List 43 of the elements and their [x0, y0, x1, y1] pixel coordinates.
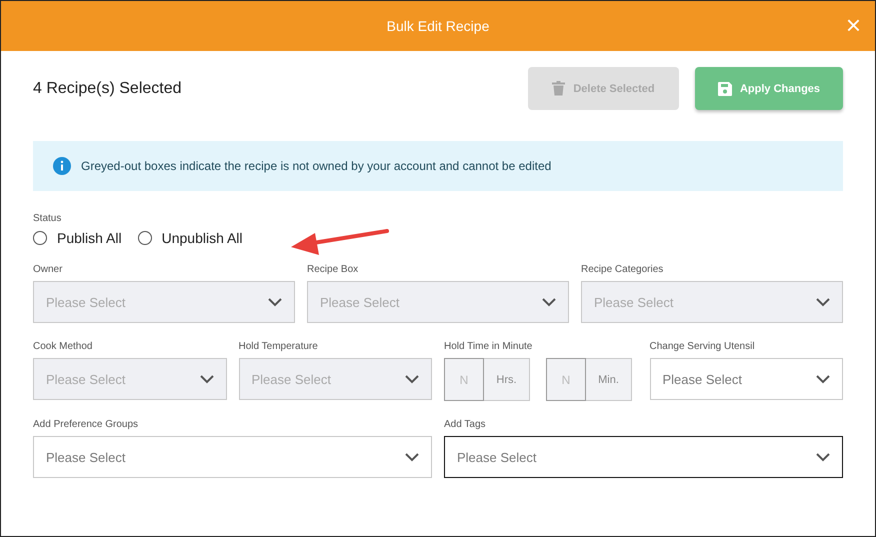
chevron-down-icon	[268, 298, 282, 306]
placeholder-text: Please Select	[46, 372, 126, 386]
chevron-down-icon	[816, 452, 830, 462]
chevron-down-icon	[200, 374, 214, 384]
apply-changes-button[interactable]: Apply Changes	[695, 67, 843, 110]
chevron-down-icon	[405, 452, 419, 462]
chevron-down-icon	[816, 374, 830, 384]
select-field[interactable]: Please Select	[444, 436, 843, 478]
field-label: Add Tags	[444, 419, 487, 430]
unit-label: Hrs.	[484, 358, 530, 401]
field-label: Hold Temperature	[238, 341, 319, 352]
unit-label: Min.	[586, 358, 632, 401]
chevron-down-icon	[405, 374, 419, 384]
placeholder-text: Please Select	[457, 450, 536, 464]
field-label: Change Serving Utensil	[650, 341, 756, 352]
placeholder-text: Please Select	[320, 294, 400, 310]
field-label: Add Preference Groups	[33, 419, 140, 430]
placeholder-text: Please Select	[252, 372, 331, 386]
field-label: Hold Time in Minute	[444, 341, 534, 352]
info-text: Greyed-out boxes indicate the recipe is not owned by your account and cannot be edited	[81, 159, 552, 173]
save-icon	[718, 82, 732, 96]
field-label: Recipe Box	[307, 264, 360, 275]
field-label: Status	[33, 213, 62, 224]
placeholder-text: Please Select	[594, 294, 674, 310]
selection-count: 4 Recipe(s) Selected	[33, 80, 182, 98]
info-icon	[53, 157, 71, 175]
dialog-title: Bulk Edit Recipe	[386, 18, 490, 34]
field-label: Recipe Categories	[581, 264, 664, 275]
field-label: Cook Method	[33, 341, 94, 352]
select-field[interactable]: Please Select	[33, 436, 432, 478]
select-field[interactable]: Please Select	[650, 358, 843, 400]
placeholder-text: Please Select	[46, 294, 126, 310]
radio-icon[interactable]	[138, 231, 152, 245]
radio-icon[interactable]	[33, 231, 47, 245]
chevron-down-icon	[542, 298, 556, 306]
placeholder-text: Please Select	[46, 450, 126, 464]
chevron-down-icon	[816, 298, 830, 306]
placeholder-text: Please Select	[662, 372, 742, 386]
radio-option[interactable]: Unpublish All	[138, 230, 243, 246]
close-button[interactable]: ×	[846, 13, 861, 37]
radio-option[interactable]: Publish All	[33, 230, 122, 246]
field-label: Owner	[33, 264, 64, 275]
trash-icon	[552, 81, 566, 96]
